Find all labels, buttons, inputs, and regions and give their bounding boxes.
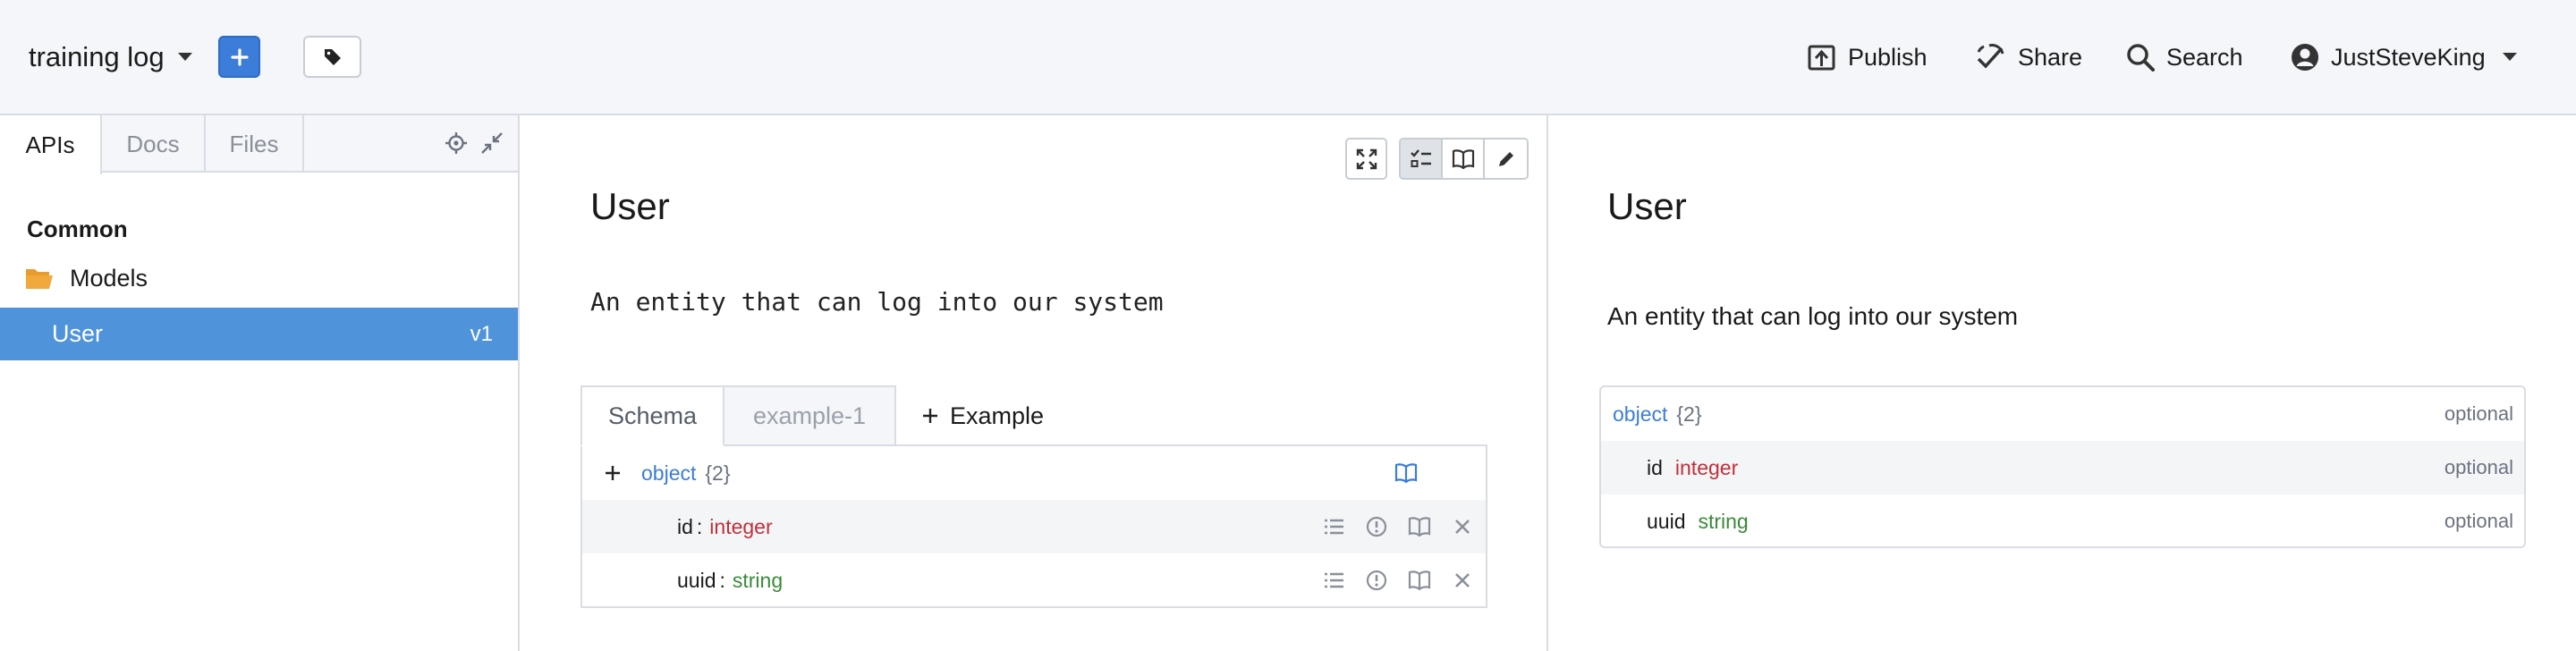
tree-item-label: User — [52, 320, 104, 347]
property-name[interactable]: uuid — [677, 569, 716, 593]
tag-icon — [322, 46, 343, 68]
schema-property-row[interactable]: uuid : string — [582, 554, 1486, 607]
share-label: Share — [2018, 43, 2083, 71]
book-icon[interactable] — [1398, 509, 1441, 545]
add-button[interactable] — [218, 36, 260, 78]
list-icon[interactable] — [1312, 509, 1355, 545]
tree-folder-models[interactable]: Models — [25, 260, 148, 296]
model-title[interactable]: User — [590, 185, 670, 228]
schema-root: object {2} — [641, 461, 731, 486]
list-icon[interactable] — [1312, 562, 1355, 598]
add-example-button[interactable]: Example — [896, 385, 1044, 446]
preview-root-row: object {2} optional — [1601, 387, 2524, 441]
preview-property-name: uuid — [1647, 509, 1686, 533]
expand-button[interactable] — [1345, 138, 1387, 180]
tree-item-user[interactable]: User v1 — [0, 308, 518, 360]
tab-apis[interactable]: APIs — [0, 115, 102, 174]
publish-button[interactable]: Publish — [1807, 36, 1928, 79]
preview-description: An entity that can log into our system — [1607, 302, 2019, 330]
property: id : integer — [677, 514, 773, 539]
sidebar: APIs Docs Files Common Models User v1 — [0, 115, 520, 651]
collapse-icon[interactable] — [480, 131, 504, 155]
property-actions — [1312, 562, 1484, 598]
project-switcher[interactable]: training log — [29, 36, 193, 79]
project-name: training log — [29, 41, 165, 72]
folder-open-icon — [25, 266, 54, 290]
add-property-icon[interactable] — [604, 464, 622, 482]
property: uuid : string — [677, 568, 784, 593]
sidebar-tools — [445, 131, 504, 155]
preview-property-type: string — [1698, 509, 1749, 533]
property-name[interactable]: id — [677, 515, 693, 539]
schema-tabs: Schema example-1 Example — [580, 385, 1044, 446]
code-view-button[interactable] — [1485, 140, 1527, 178]
view-mode-toolbar — [1399, 138, 1529, 180]
preview-root-count: {2} — [1676, 402, 1702, 426]
info-circle-icon[interactable] — [1355, 509, 1398, 545]
property-actions — [1312, 509, 1484, 545]
preview-title: User — [1607, 185, 1687, 227]
tab-schema[interactable]: Schema — [580, 385, 724, 446]
preview-property-row: uuid string optional — [1601, 495, 2524, 546]
root-count: {2} — [705, 461, 731, 485]
close-icon[interactable] — [1441, 509, 1484, 545]
tree-folder-label: Models — [70, 264, 148, 292]
sidebar-tabs: APIs Docs Files — [0, 115, 518, 174]
root-type[interactable]: object — [641, 461, 696, 486]
plus-icon — [230, 47, 250, 67]
plus-icon — [921, 407, 939, 425]
tab-docs[interactable]: Docs — [102, 115, 206, 173]
share-icon — [1975, 41, 2007, 73]
share-button[interactable]: Share — [1975, 36, 2082, 79]
model-editor: User An entity that can log into our sys… — [520, 115, 1548, 651]
tag-button[interactable] — [303, 36, 361, 78]
chevron-down-icon — [177, 52, 193, 63]
property-type[interactable]: string — [733, 569, 783, 593]
add-example-label: Example — [950, 402, 1045, 429]
search-button[interactable]: Search — [2125, 36, 2243, 79]
schema-editor: object {2} id : integer uuid: string — [580, 444, 1487, 608]
preview-property-name: id — [1647, 455, 1663, 479]
tab-files[interactable]: Files — [206, 115, 304, 173]
expand-icon — [1356, 148, 1377, 170]
pencil-icon — [1496, 149, 1516, 169]
read-view-button[interactable] — [1443, 140, 1485, 178]
version-badge: v1 — [470, 321, 493, 346]
chevron-down-icon — [2502, 52, 2518, 63]
section-heading-common: Common — [27, 216, 128, 242]
user-name: JustSteveKing — [2331, 43, 2486, 71]
optional-label: optional — [2444, 402, 2513, 425]
search-label: Search — [2166, 43, 2243, 71]
property-type[interactable]: integer — [709, 515, 772, 539]
preview-property-row: id integer optional — [1601, 441, 2524, 495]
info-circle-icon[interactable] — [1355, 562, 1398, 598]
checklist-icon — [1410, 148, 1433, 170]
book-icon — [1452, 148, 1475, 169]
schema-root-row[interactable]: object {2} — [582, 446, 1486, 500]
tab-example-1[interactable]: example-1 — [724, 385, 896, 446]
publish-label: Publish — [1848, 43, 1928, 71]
book-icon[interactable] — [1394, 463, 1418, 483]
close-icon[interactable] — [1441, 562, 1484, 598]
optional-label: optional — [2444, 510, 2513, 532]
user-avatar-icon — [2290, 42, 2320, 72]
model-preview: User An entity that can log into our sys… — [1548, 115, 2576, 651]
optional-label: optional — [2444, 456, 2513, 478]
schema-property-row[interactable]: id : integer — [582, 500, 1486, 554]
user-menu[interactable]: JustSteveKing — [2290, 36, 2518, 79]
form-view-button[interactable] — [1401, 140, 1443, 178]
preview-root-type: object — [1613, 402, 1668, 426]
locate-icon[interactable] — [445, 131, 468, 155]
top-bar: training log Publish Share Search JustSt… — [0, 0, 2576, 115]
model-description[interactable]: An entity that can log into our system — [590, 287, 1164, 317]
preview-property-type: integer — [1674, 455, 1739, 479]
search-icon — [2125, 42, 2156, 72]
publish-icon — [1807, 42, 1837, 72]
book-icon[interactable] — [1398, 562, 1441, 598]
preview-schema: object {2} optional id integer optional … — [1599, 385, 2526, 548]
